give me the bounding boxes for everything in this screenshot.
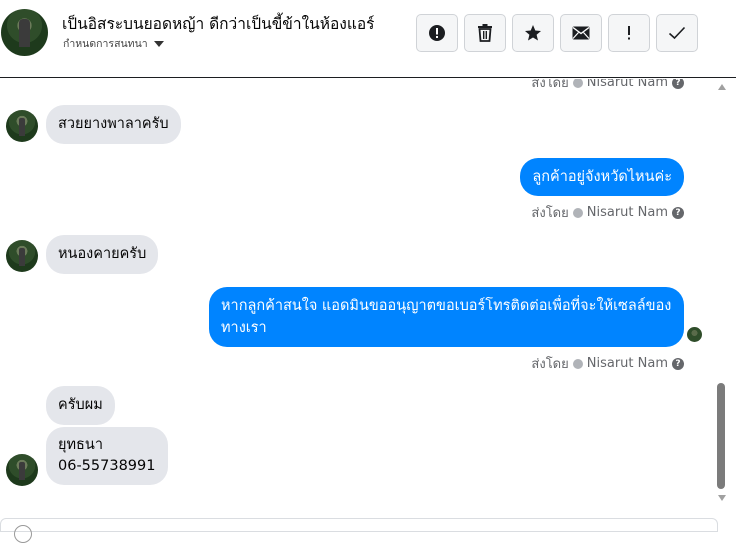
mark-spam-button[interactable]: [416, 14, 458, 52]
sent-by-label: ส่งโดย Nisarut Nam ?: [531, 79, 684, 93]
contact-avatar-small[interactable]: [6, 110, 38, 142]
conversation-settings-dropdown[interactable]: กำหนดการสนทนา: [63, 35, 164, 52]
sent-check-icon: [572, 79, 583, 88]
outgoing-message: หากลูกค้าสนใจ แอดมินขออนุญาตขอเบอร์โทรติ…: [209, 287, 684, 347]
message-line: ยุทธนา: [58, 437, 103, 453]
incoming-message: สวยยางพาลาครับ: [46, 105, 181, 144]
help-icon[interactable]: ?: [672, 357, 684, 370]
scroll-up-arrow-icon[interactable]: [718, 84, 726, 90]
sent-by-prefix: ส่งโดย: [531, 206, 569, 221]
sent-by-name: Nisarut Nam: [586, 356, 668, 371]
incoming-message: หนองคายครับ: [46, 235, 159, 274]
scroll-down-arrow-icon[interactable]: [718, 495, 726, 501]
sent-by-prefix: ส่งโดย: [531, 357, 569, 372]
sent-by-name: Nisarut Nam: [586, 79, 668, 90]
contact-avatar-small[interactable]: [6, 240, 38, 272]
emoji-icon[interactable]: [14, 525, 32, 543]
incoming-message: ยุทธนา 06-55738991: [46, 427, 168, 485]
mail-icon: [572, 26, 590, 40]
follow-up-button[interactable]: [608, 14, 650, 52]
mark-done-button[interactable]: [656, 14, 698, 52]
exclamation-icon: [628, 26, 630, 40]
help-icon[interactable]: ?: [672, 206, 684, 219]
sent-by-prefix: ส่งโดย: [531, 79, 569, 91]
seen-indicator-avatar: [687, 327, 702, 342]
help-icon[interactable]: ?: [672, 79, 684, 89]
star-icon: [525, 25, 541, 41]
conversation-toolbar: [416, 14, 698, 52]
conversation-header: เป็นอิสระบนยอดหญ้า ดีกว่าเป็นขี้ข้าในห้อ…: [0, 0, 736, 78]
alert-circle-icon: [429, 25, 445, 41]
scrollbar-thumb[interactable]: [717, 383, 725, 489]
sent-by-name: Nisarut Nam: [586, 205, 668, 220]
contact-avatar[interactable]: [1, 9, 48, 56]
contact-name[interactable]: เป็นอิสระบนยอดหญ้า ดีกว่าเป็นขี้ข้าในห้อ…: [62, 11, 374, 36]
star-button[interactable]: [512, 14, 554, 52]
incoming-message: ครับผม: [46, 386, 115, 425]
caret-down-icon: [153, 40, 164, 47]
outgoing-message: ลูกค้าอยู่จังหวัดไหนค่ะ: [520, 158, 684, 196]
sent-by-label: ส่งโดย Nisarut Nam ?: [531, 202, 684, 223]
conversation-settings-label: กำหนดการสนทนา: [63, 38, 148, 50]
message-thread[interactable]: ส่งโดย Nisarut Nam ? สวยยางพาลาครับ ลูกค…: [0, 79, 712, 530]
trash-icon: [478, 24, 492, 42]
sent-check-icon: [572, 358, 583, 369]
message-line: 06-55738991: [58, 458, 156, 474]
contact-avatar-small[interactable]: [6, 454, 38, 486]
delete-button[interactable]: [464, 14, 506, 52]
sent-check-icon: [572, 207, 583, 218]
mark-unread-button[interactable]: [560, 14, 602, 52]
check-icon: [668, 26, 686, 40]
sent-by-label: ส่งโดย Nisarut Nam ?: [531, 353, 684, 374]
